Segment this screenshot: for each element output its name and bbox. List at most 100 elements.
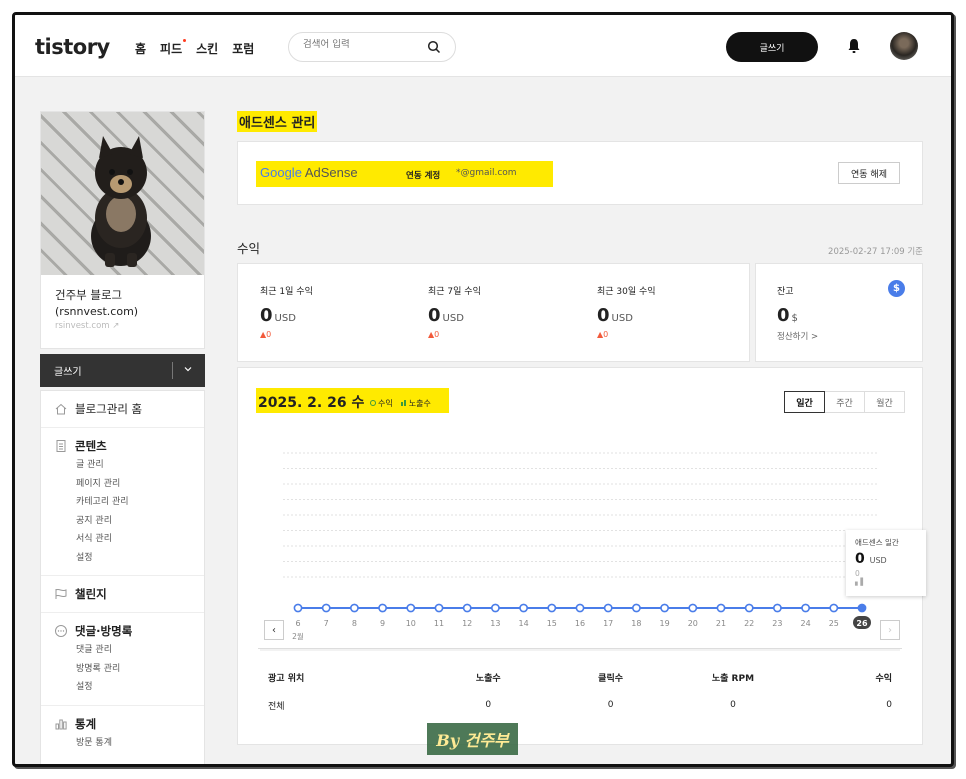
sidebar-subitem[interactable]: 카테고리 관리 [54, 493, 191, 512]
sidebar-item-challenge[interactable]: 챌린지 [54, 584, 191, 604]
x-tick-label: 26 [856, 619, 868, 628]
blog-profile-photo[interactable] [41, 112, 204, 275]
revenue-change: ▲0 [597, 330, 609, 339]
tistory-logo[interactable]: tistory [35, 35, 110, 59]
revenue-value: 0 USD [597, 305, 633, 326]
sidebar-item-content[interactable]: 콘텐츠 [54, 436, 191, 456]
data-point [547, 603, 557, 613]
menu-section-stats: 통계 방문 통계 [41, 706, 204, 761]
user-avatar[interactable] [890, 32, 918, 60]
x-tick-label: 23 [772, 619, 782, 628]
table-cell: 0 [485, 700, 492, 710]
search-input[interactable] [303, 39, 423, 50]
sidebar-subitem[interactable]: 서식 관리 [54, 530, 191, 549]
column-header: 광고 위치 [268, 673, 305, 684]
column-header: 클릭수 [598, 673, 624, 684]
header-write-button[interactable]: 글쓰기 [726, 32, 818, 62]
nav-skin[interactable]: 스킨 [196, 40, 218, 57]
document-icon [56, 440, 66, 452]
divider [172, 362, 173, 379]
sidebar-subitem[interactable]: 설정 [54, 678, 191, 697]
sidebar-subitem[interactable]: 방문 통계 [54, 734, 191, 753]
data-point [829, 603, 839, 613]
sidebar-write-label: 글쓰기 [54, 367, 82, 378]
tooltip-value: 0 USD [855, 551, 887, 567]
chat-icon [55, 625, 67, 637]
x-tick-label: 19 [660, 619, 670, 628]
settle-link[interactable]: 정산하기 > [777, 330, 818, 342]
chart-next-button[interactable]: › [880, 620, 900, 640]
revenue-chart-card: 2025. 2. 26 수 수익 노출수 일간 주간 월간 6 7 8 9 10 11 12… [237, 367, 926, 745]
data-point [773, 603, 782, 613]
table-cell: 0 [886, 700, 893, 710]
revenue-label: 최근 30일 수익 [597, 287, 656, 297]
sidebar-subitem[interactable]: 설정 [54, 549, 191, 568]
sidebar-item-stats[interactable]: 통계 [54, 714, 191, 734]
menu-section-comments: 댓글·방명록 댓글 관리 방명록 관리 설정 [41, 613, 204, 706]
linked-account-email: *@gmail.com [456, 168, 517, 178]
watermark-stamp: By 건주부 [427, 723, 518, 755]
revenue-updated-time: 2025-02-27 17:09 기준 [828, 247, 923, 257]
ad-placement-table: 광고 위치 노출수 클릭수 노출 RPM 수익 전체 0 0 0 0 [258, 648, 902, 719]
sidebar-subitem[interactable]: 글 관리 [54, 456, 191, 475]
x-tick-label: 17 [603, 619, 613, 628]
sidebar-menu: 블로그관리 홈 콘텐츠 글 관리 페이지 관리 카테고리 관리 공지 관리 서식… [40, 390, 205, 764]
sidebar-item-comments[interactable]: 댓글·방명록 [54, 621, 191, 641]
data-point [378, 603, 387, 613]
table-row: 전체 0 0 0 0 [258, 691, 902, 719]
top-header: tistory 홈 피드 스킨 포럼 글쓰기 [15, 15, 951, 77]
data-point [575, 603, 585, 613]
unlink-button[interactable]: 연동 해제 [838, 162, 900, 184]
blog-url-link[interactable]: rsinvest.com ↗ [55, 321, 119, 331]
menu-section-home: 블로그관리 홈 [41, 391, 204, 428]
adsense-logo: Google AdSense [260, 165, 358, 180]
blog-name[interactable]: 건주부 블로그 [55, 287, 122, 303]
tab-daily[interactable]: 일간 [784, 391, 825, 413]
menu-section-content: 콘텐츠 글 관리 페이지 관리 카테고리 관리 공지 관리 서식 관리 설정 [41, 428, 204, 576]
chevron-down-icon[interactable] [183, 364, 193, 374]
blog-profile-card: 건주부 블로그 (rsnnvest.com) rsinvest.com ↗ [40, 111, 205, 349]
column-header: 수익 [875, 673, 893, 684]
data-point [406, 603, 416, 613]
x-tick-label: 12 [462, 619, 472, 628]
sidebar-subitem[interactable]: 방명록 관리 [54, 660, 191, 679]
x-tick-label: 10 [406, 619, 416, 628]
balance-card: 잔고 0 $ 정산하기 > $ [755, 263, 923, 362]
chart-prev-button[interactable]: ‹ [264, 620, 284, 640]
sidebar-subitem[interactable]: 페이지 관리 [54, 475, 191, 494]
sidebar-subitem[interactable]: 공지 관리 [54, 512, 191, 531]
data-point [744, 603, 754, 613]
revenue-label: 최근 7일 수익 [428, 287, 481, 297]
balance-label: 잔고 [777, 287, 794, 297]
x-tick-label: 21 [716, 619, 726, 628]
data-point [716, 603, 726, 613]
x-tick-label: 11 [434, 619, 444, 628]
sidebar-subitem[interactable]: 댓글 관리 [54, 641, 191, 660]
blog-domain: (rsnnvest.com) [55, 305, 139, 318]
x-tick-label: 13 [490, 619, 500, 628]
data-point [293, 603, 303, 613]
tooltip-sub-value: 0 [855, 569, 860, 578]
sidebar-item-home[interactable]: 블로그관리 홈 [54, 399, 191, 419]
x-tick-label: 9 [380, 619, 385, 628]
search-icon[interactable] [427, 40, 441, 54]
sidebar-item-label: 통계 [75, 716, 97, 731]
x-tick-label: 6 [295, 619, 300, 628]
nav-forum[interactable]: 포럼 [232, 40, 254, 57]
table-cell: 전체 [268, 701, 285, 712]
x-tick-label: 24 [801, 619, 811, 628]
data-point [857, 603, 867, 613]
nav-feed[interactable]: 피드 [160, 39, 187, 57]
data-point [801, 603, 810, 613]
sidebar-item-label: 블로그관리 홈 [75, 402, 143, 416]
revenue-change: ▲0 [428, 330, 440, 339]
adsense-section-title: 애드센스 관리 [237, 111, 318, 132]
bell-icon[interactable] [847, 38, 861, 54]
tooltip-title: 애드센스 일간 [855, 538, 899, 547]
sidebar-write-button[interactable]: 글쓰기 [40, 354, 205, 387]
nav-home[interactable]: 홈 [135, 40, 146, 57]
home-icon [55, 403, 67, 415]
data-point [603, 603, 613, 613]
data-point [434, 603, 444, 613]
sidebar: 건주부 블로그 (rsnnvest.com) rsinvest.com ↗ 글쓰… [40, 111, 205, 764]
